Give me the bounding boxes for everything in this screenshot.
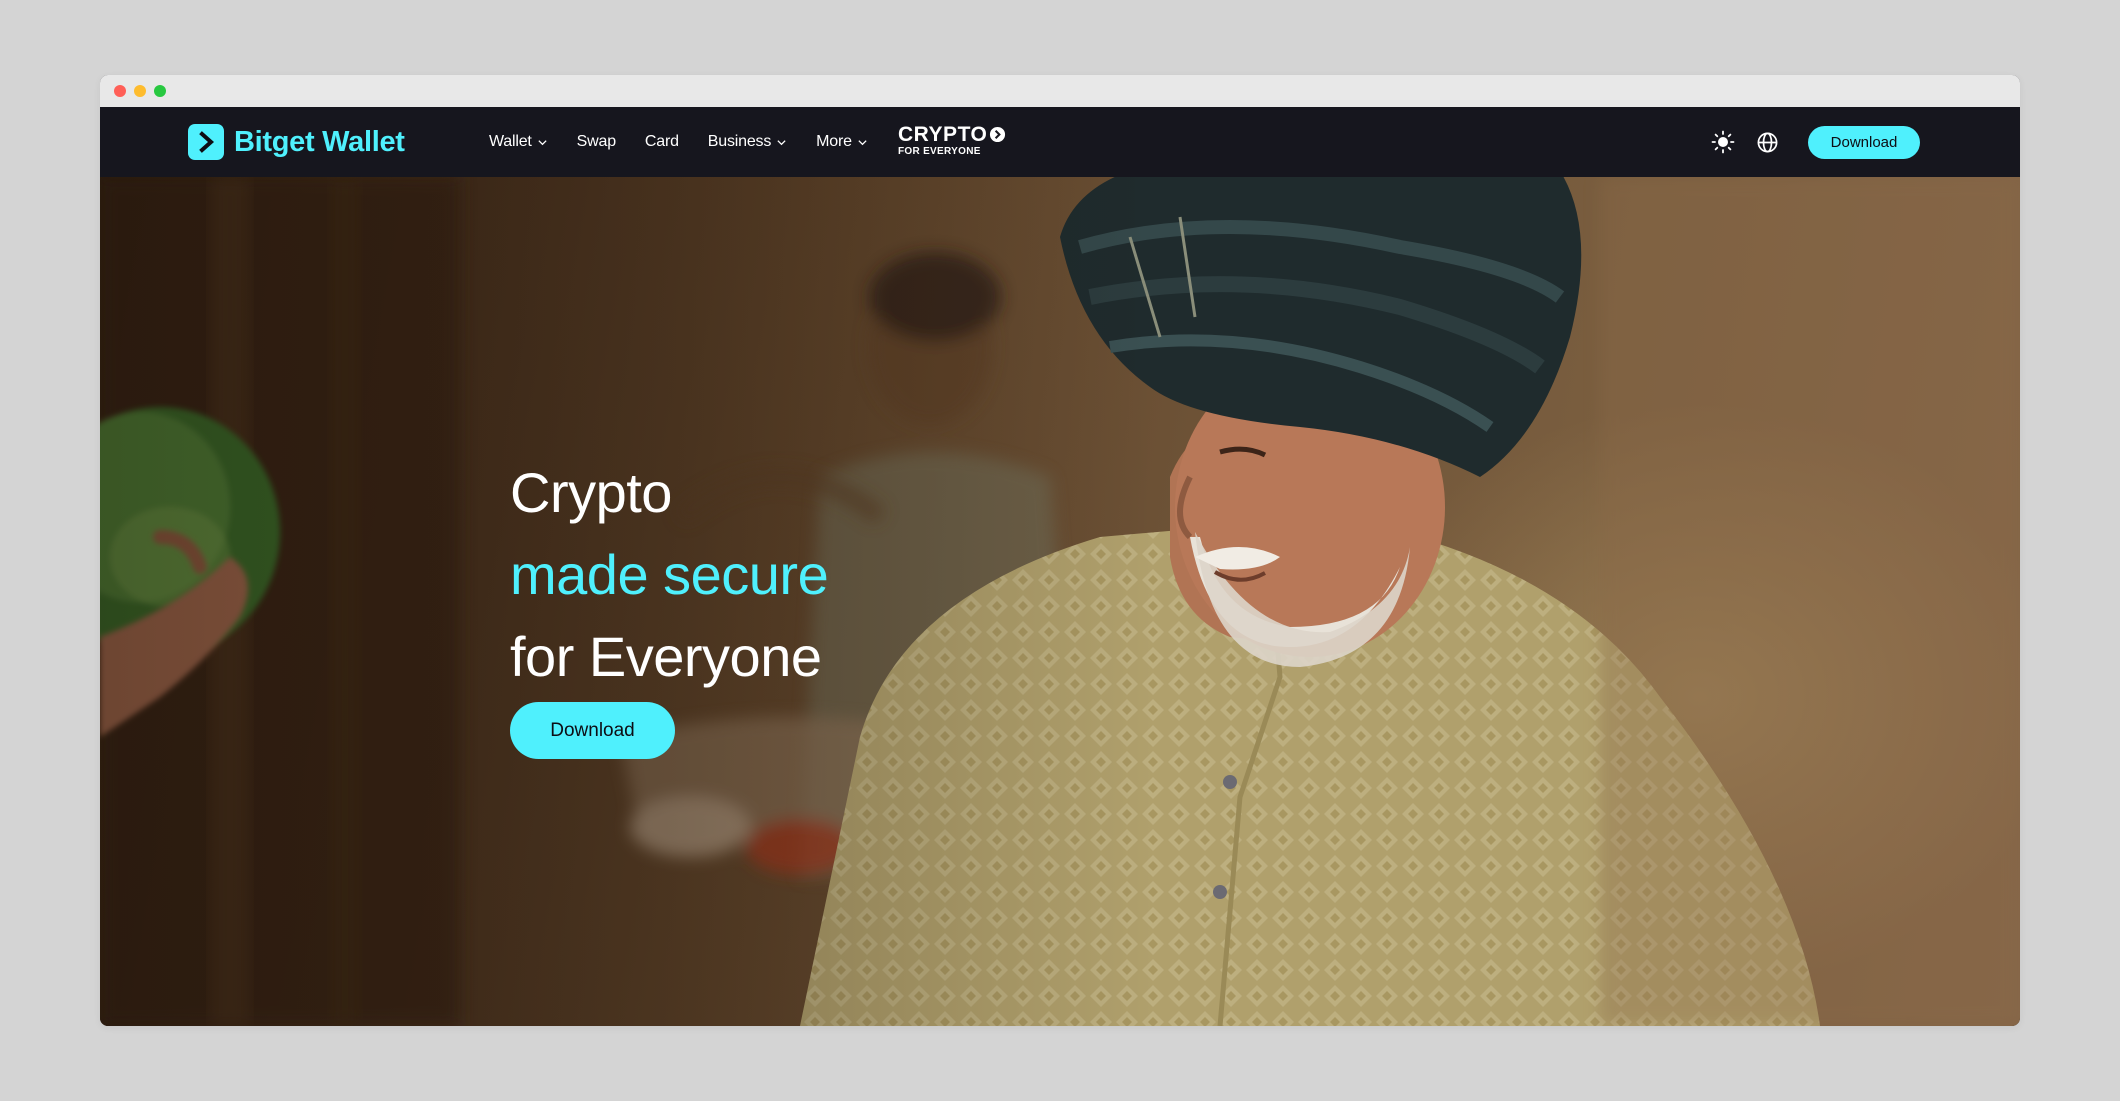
browser-window: Bitget Wallet Wallet Swap Card Business … (100, 75, 2020, 1026)
nav-item-wallet[interactable]: Wallet (489, 133, 548, 151)
nav-actions: Download (1710, 107, 1920, 177)
chevron-down-icon (538, 139, 547, 145)
maximize-window-button[interactable] (154, 85, 166, 97)
crypto-for-everyone-link[interactable]: CRYPTO FOR EVERYONE (898, 124, 1006, 157)
bitget-logo-icon (188, 124, 224, 160)
nav-download-button[interactable]: Download (1808, 125, 1920, 159)
sun-icon (1711, 130, 1735, 154)
theme-toggle[interactable] (1710, 129, 1736, 155)
browser-titlebar (100, 75, 2020, 107)
campaign-subtitle: FOR EVERYONE (898, 146, 981, 157)
hero-line-2: made secure (510, 543, 829, 606)
hero-headline: Crypto made secure for Everyone (510, 452, 829, 698)
nav-item-business[interactable]: Business (708, 133, 787, 151)
arrow-circle-icon (990, 126, 1006, 143)
nav-item-more[interactable]: More (816, 133, 868, 151)
brand-name: Bitget Wallet (234, 125, 405, 158)
nav-item-label: Business (707, 133, 772, 150)
nav-item-swap[interactable]: Swap (577, 133, 616, 151)
main-menu: Wallet Swap Card Business More (489, 107, 897, 177)
chevron-down-icon (858, 139, 867, 145)
nav-item-label: More (816, 133, 852, 150)
close-window-button[interactable] (114, 85, 126, 97)
nav-item-label: Wallet (489, 133, 532, 150)
language-selector[interactable] (1754, 129, 1780, 155)
hero-download-button[interactable]: Download (510, 702, 675, 759)
hero-section: Crypto made secure for Everyone Download (100, 177, 2020, 1026)
chevron-down-icon (777, 139, 786, 145)
globe-icon (1757, 132, 1777, 152)
brand-logo[interactable]: Bitget Wallet (188, 124, 405, 160)
hero-line-1: Crypto (510, 461, 672, 524)
nav-item-label: Swap (576, 133, 616, 150)
hero-overlay (100, 177, 2020, 1026)
minimize-window-button[interactable] (134, 85, 146, 97)
campaign-title: CRYPTO (898, 123, 988, 146)
window-controls (114, 85, 166, 97)
nav-item-label: Card (644, 133, 679, 150)
hero-line-3: for Everyone (510, 625, 822, 688)
nav-item-card[interactable]: Card (645, 133, 679, 151)
site-navbar: Bitget Wallet Wallet Swap Card Business … (100, 107, 2020, 177)
